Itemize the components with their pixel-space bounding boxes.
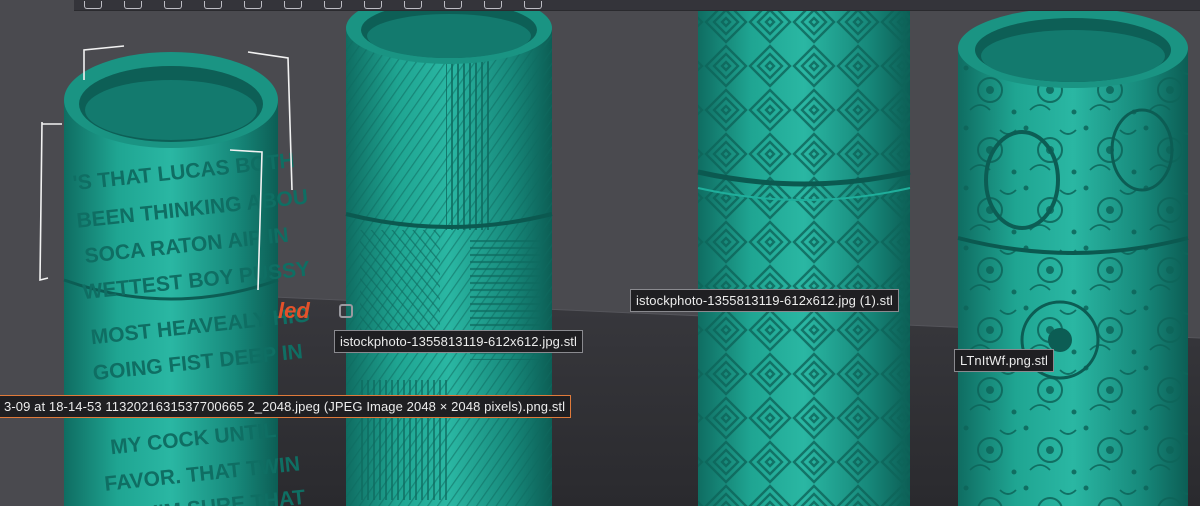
cut-icon[interactable] <box>364 1 382 9</box>
grid-icon[interactable] <box>124 1 142 9</box>
model-paisley-cylinder[interactable] <box>957 8 1189 506</box>
layers-icon[interactable] <box>204 1 222 9</box>
top-toolbar <box>74 0 1200 11</box>
3d-viewport[interactable]: 'S THAT LUCAS BOTH BEEN THINKING ABOU SO… <box>0 0 1200 506</box>
support-icon[interactable] <box>404 1 422 9</box>
arrange-icon[interactable] <box>164 1 182 9</box>
plate-lock-icon[interactable] <box>339 304 353 318</box>
model-maze-cylinder[interactable] <box>697 0 911 506</box>
view-icon[interactable] <box>444 1 462 9</box>
add-icon[interactable] <box>84 1 102 9</box>
object-label-3[interactable]: istockphoto-1355813119-612x612.jpg (1).s… <box>630 289 899 312</box>
scale-icon[interactable] <box>324 1 342 9</box>
object-label-selected[interactable]: 3-09 at 18-14-53 1132021631537700665 2_2… <box>0 395 572 418</box>
object-label-4[interactable]: LTnItWf.png.stl <box>954 349 1054 372</box>
plate-label: led <box>278 298 310 323</box>
settings-icon[interactable] <box>524 1 542 9</box>
measure-icon[interactable] <box>484 1 502 9</box>
model-text-cylinder[interactable]: 'S THAT LUCAS BOTH BEEN THINKING ABOU SO… <box>39 45 311 506</box>
model-stripe-cylinder[interactable] <box>345 0 553 506</box>
rotate-icon[interactable] <box>244 1 262 9</box>
move-icon[interactable] <box>284 1 302 9</box>
object-label-2[interactable]: istockphoto-1355813119-612x612.jpg.stl <box>334 330 584 353</box>
